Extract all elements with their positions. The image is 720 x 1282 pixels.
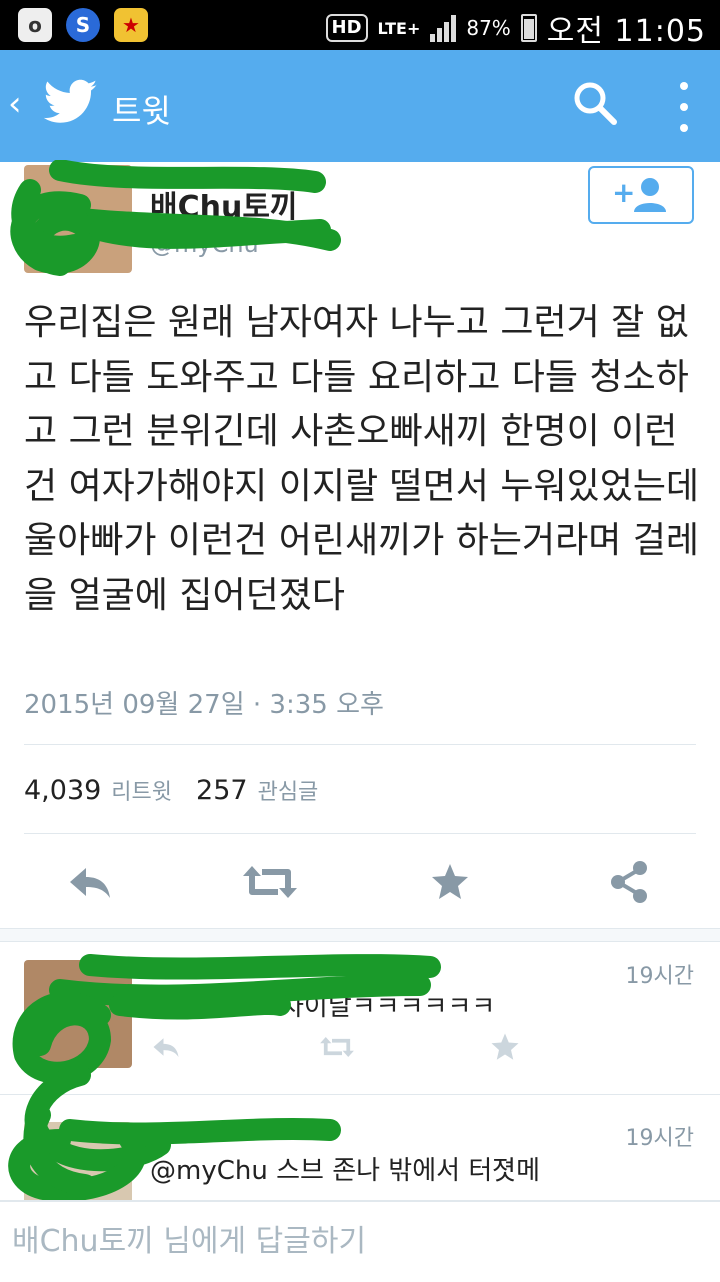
page-title: 트윗	[112, 92, 171, 130]
reply-compose-bar	[0, 1200, 720, 1282]
back-chevron-icon[interactable]: ‹	[8, 84, 22, 124]
svg-text:+: +	[612, 176, 635, 209]
favorite-star-icon[interactable]	[490, 1032, 520, 1062]
favorite-count[interactable]: 257	[196, 775, 248, 806]
share-icon[interactable]	[606, 858, 652, 906]
reply-text: @myChu 스브 존나 밖에서 터졋메	[150, 1156, 541, 1186]
reply-icon[interactable]	[150, 1032, 182, 1062]
twitter-bird-icon[interactable]	[44, 78, 98, 126]
game-app-icon: ★	[114, 8, 148, 42]
network-type: LTE+	[377, 18, 421, 38]
retweet-count[interactable]: 4,039	[24, 775, 101, 806]
reply-time: 19시간	[625, 964, 694, 989]
tweet-actions	[0, 858, 720, 910]
battery-percent: 87%	[466, 16, 511, 40]
more-vert-icon[interactable]	[670, 82, 698, 132]
s-app-icon: S	[66, 8, 100, 42]
battery-icon	[520, 14, 537, 42]
retweet-label[interactable]: 리트윗	[111, 774, 172, 806]
o-app-icon: o	[18, 8, 52, 42]
author-name[interactable]: 배Chu토끼	[150, 182, 298, 226]
clock: 오전 11:05	[546, 14, 706, 49]
divider	[24, 833, 696, 834]
status-bar: o S ★ HD LTE+ 87% 오전 11:05	[0, 0, 720, 50]
signal-icon	[430, 14, 457, 42]
divider	[24, 744, 696, 745]
follow-button[interactable]: +	[588, 166, 694, 224]
tweet-text: 우리집은 원래 남자여자 나누고 그런거 잘 없고 다들 도와주고 다들 요리하…	[24, 302, 700, 616]
section-separator	[0, 928, 720, 942]
reply-actions	[150, 1032, 530, 1062]
reply-icon[interactable]	[66, 858, 114, 906]
favorite-star-icon[interactable]	[430, 858, 470, 906]
reply-text: 자이날ㅋㅋㅋㅋㅋㅋ	[280, 992, 496, 1022]
tweet-timestamp: 2015년 09월 27일 · 3:35 오후	[24, 690, 384, 720]
favorite-label[interactable]: 관심글	[258, 774, 319, 806]
add-user-icon: +	[612, 176, 666, 212]
hd-voice-icon: HD	[325, 14, 368, 42]
divider	[0, 1094, 720, 1095]
search-icon[interactable]	[572, 80, 618, 126]
app-bar: ‹ 트윗	[0, 50, 720, 162]
reply-item[interactable]: 19시간 @myChu 스브 존나 밖에서 터졋메	[0, 1100, 720, 1230]
reply-avatar[interactable]	[24, 960, 132, 1068]
retweet-icon[interactable]	[318, 1032, 356, 1062]
retweet-icon[interactable]	[242, 858, 298, 906]
author-handle[interactable]: @myChu	[150, 230, 259, 258]
reply-time: 19시간	[625, 1126, 694, 1151]
author-avatar[interactable]	[24, 165, 132, 273]
reply-item[interactable]: 19시간 자이날ㅋㅋㅋㅋㅋㅋ	[0, 942, 720, 1092]
tweet-stats: 4,039 리트윗 257 관심글	[24, 774, 342, 806]
reply-input[interactable]	[10, 1216, 704, 1266]
